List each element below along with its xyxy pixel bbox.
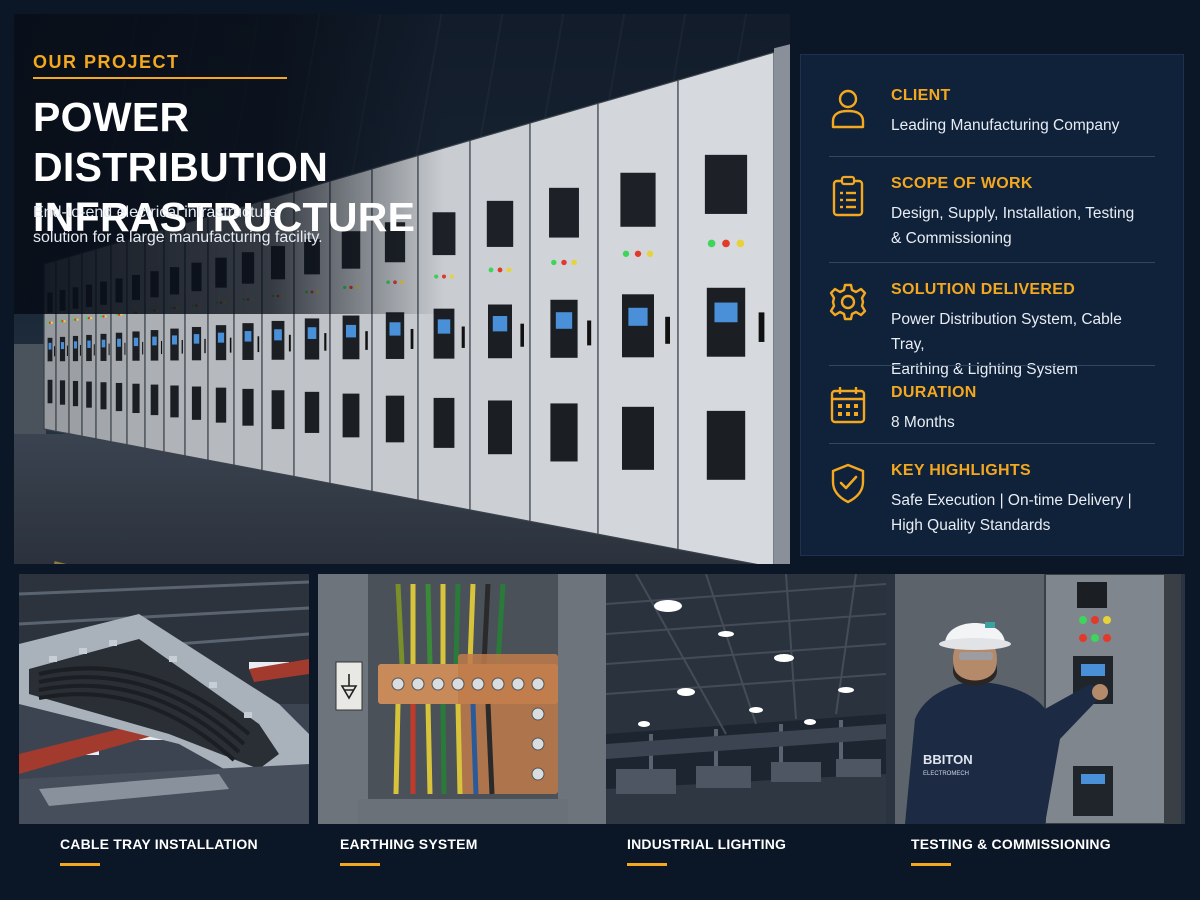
caption-underline <box>60 863 100 866</box>
section-eyebrow: OUR PROJECT <box>33 52 180 72</box>
jacket-logo: BBITON <box>923 752 973 767</box>
detail-solution: SOLUTION DELIVERED Power Distribution Sy… <box>829 281 1155 378</box>
earthing-photo <box>318 574 608 824</box>
detail-value: Power Distribution System, Cable Tray, E… <box>891 311 1122 378</box>
detail-value: 8 Months <box>891 414 955 431</box>
gallery-caption-lighting: INDUSTRIAL LIGHTING <box>627 836 787 852</box>
testing-photo: BBITON ELECTROMECH <box>895 574 1181 824</box>
eyebrow-underline <box>33 77 287 79</box>
detail-label: KEY HIGHLIGHTS <box>891 462 1031 479</box>
cable-tray-photo <box>19 574 309 824</box>
lighting-photo <box>606 574 886 824</box>
detail-value: Design, Supply, Installation, Testing & … <box>891 205 1135 247</box>
detail-value: Safe Execution | On-time Delivery | High… <box>891 492 1132 534</box>
caption-underline <box>911 863 951 866</box>
detail-scope: SCOPE OF WORK Design, Supply, Installati… <box>829 175 1155 251</box>
caption-underline <box>627 863 667 866</box>
clipboard-icon <box>832 175 864 217</box>
detail-label: SCOPE OF WORK <box>891 175 1033 192</box>
detail-client: CLIENT Leading Manufacturing Company <box>829 87 1155 137</box>
divider <box>829 262 1155 263</box>
detail-label: DURATION <box>891 384 977 401</box>
detail-label: CLIENT <box>891 87 951 104</box>
gallery-caption-cable-tray: CABLE TRAY INSTALLATION <box>60 836 258 852</box>
jacket-logo-sub: ELECTROMECH <box>923 771 969 777</box>
gear-icon <box>829 283 867 321</box>
project-details-panel: CLIENT Leading Manufacturing Company SCO… <box>800 54 1184 556</box>
calendar-icon <box>830 387 866 424</box>
gallery-photo-lighting <box>606 574 896 824</box>
gallery-photo-testing: BBITON ELECTROMECH <box>895 574 1185 824</box>
shield-check-icon <box>831 463 865 504</box>
detail-duration: DURATION 8 Months <box>829 384 1155 438</box>
gallery-photo-cable-tray <box>19 574 309 824</box>
project-gallery: CABLE TRAY INSTALLATION EARTHING SYSTEM … <box>0 574 1200 900</box>
gallery-caption-earthing: EARTHING SYSTEM <box>340 836 478 852</box>
divider <box>829 443 1155 444</box>
caption-underline <box>340 863 380 866</box>
page-description: End-to-end electrical infrastructure sol… <box>33 204 323 246</box>
detail-value: Leading Manufacturing Company <box>891 117 1120 134</box>
divider <box>829 156 1155 157</box>
gallery-caption-testing: TESTING & COMMISSIONING <box>911 836 1111 852</box>
user-icon <box>831 89 865 129</box>
detail-label: SOLUTION DELIVERED <box>891 281 1076 298</box>
detail-highlights: KEY HIGHLIGHTS Safe Execution | On-time … <box>829 462 1155 538</box>
divider <box>829 365 1155 366</box>
gallery-photo-earthing <box>318 574 608 824</box>
